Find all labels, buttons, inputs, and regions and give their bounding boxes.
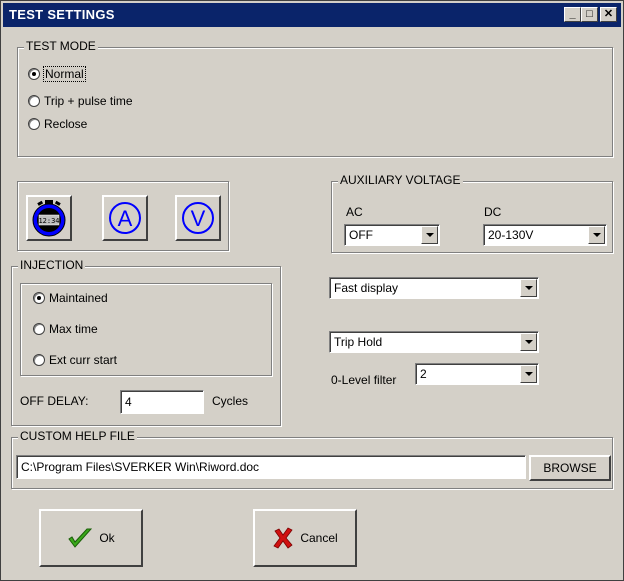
radio-max-time-label: Max time [49,322,98,336]
zero-level-filter-label: 0-Level filter [331,373,397,387]
auxiliary-voltage-label: AUXILIARY VOLTAGE [338,173,463,187]
custom-help-file-label: CUSTOM HELP FILE [18,429,137,443]
voltmeter-icon: V [182,202,214,234]
radio-ext-curr-start[interactable]: Ext curr start [33,353,117,367]
off-delay-unit: Cycles [212,394,249,408]
cancel-button[interactable]: Cancel [253,509,357,567]
dc-select[interactable]: 20-130V [483,224,607,246]
chevron-down-icon[interactable] [520,333,537,351]
off-delay-label: OFF DELAY: [20,394,89,408]
maximize-button[interactable]: □ [581,7,598,22]
trip-mode-value: Trip Hold [334,335,383,349]
chevron-down-icon[interactable] [588,226,605,244]
radio-trip-pulse-time-indicator[interactable] [28,95,40,107]
close-icon: ✕ [603,8,614,20]
title-bar: TEST SETTINGS _ □ ✕ [3,3,621,27]
injection-options-box: Maintained Max time Ext curr start [20,283,272,376]
ok-button-label: Ok [99,531,115,545]
stopwatch-readout: 12:34 [38,217,59,225]
zero-level-filter-value: 2 [420,367,427,381]
radio-reclose[interactable]: Reclose [28,117,87,131]
ac-label: AC [346,205,363,219]
check-icon [68,528,93,548]
zero-level-filter-select[interactable]: 2 [415,363,539,385]
timer-button[interactable]: 12:34 [26,195,72,241]
radio-normal-label: Normal [43,66,86,82]
radio-maintained-label: Maintained [49,291,108,305]
voltmeter-button[interactable]: V [175,195,221,241]
cross-icon [273,527,293,549]
minimize-button[interactable]: _ [564,7,581,22]
chevron-down-icon[interactable] [520,365,537,383]
radio-max-time[interactable]: Max time [33,322,98,336]
minimize-icon: _ [569,8,576,20]
dc-select-value: 20-130V [488,228,534,242]
browse-button-label: BROWSE [543,461,597,475]
radio-max-time-indicator[interactable] [33,323,45,335]
chevron-down-icon[interactable] [421,226,438,244]
trip-mode-select[interactable]: Trip Hold [329,331,539,353]
radio-reclose-label: Reclose [44,117,88,131]
ac-select-value: OFF [349,228,373,242]
ammeter-button[interactable]: A [102,195,148,241]
dc-label: DC [484,205,502,219]
stopwatch-icon: 12:34 [32,200,66,237]
auxiliary-voltage-group: AUXILIARY VOLTAGE AC OFF DC 20-130V [331,173,613,253]
help-file-path-input[interactable]: C:\Program Files\SVERKER Win\Riword.doc [16,455,526,479]
ac-select[interactable]: OFF [344,224,440,246]
off-delay-input[interactable]: 4 [120,390,204,414]
ammeter-icon: A [109,202,141,234]
radio-trip-pulse-time-label: Trip + pulse time [44,94,133,108]
test-mode-label: TEST MODE [24,39,98,53]
test-settings-window: TEST SETTINGS _ □ ✕ TEST MODE Normal Tri… [0,0,624,581]
radio-ext-curr-start-label: Ext curr start [49,353,118,367]
injection-label: INJECTION [18,258,86,272]
radio-normal-indicator[interactable] [28,68,40,80]
radio-trip-pulse-time[interactable]: Trip + pulse time [28,94,133,108]
radio-maintained[interactable]: Maintained [33,291,108,305]
close-button[interactable]: ✕ [600,7,617,22]
cancel-button-label: Cancel [300,531,338,545]
browse-button[interactable]: BROWSE [529,455,611,481]
injection-group: INJECTION Maintained Max time Ext curr s… [11,258,281,426]
ok-button[interactable]: Ok [39,509,143,567]
display-mode-value: Fast display [334,281,399,295]
chevron-down-icon[interactable] [520,279,537,297]
radio-maintained-indicator[interactable] [33,292,45,304]
custom-help-file-group: CUSTOM HELP FILE C:\Program Files\SVERKE… [11,429,613,489]
radio-reclose-indicator[interactable] [28,118,40,130]
test-mode-group: TEST MODE Normal Trip + pulse time Reclo… [17,39,613,157]
radio-normal[interactable]: Normal [28,66,86,82]
radio-ext-curr-start-indicator[interactable] [33,354,45,366]
maximize-icon: □ [586,8,593,20]
window-title: TEST SETTINGS [9,7,115,22]
voltmeter-letter: V [191,206,206,231]
ammeter-letter: A [118,206,133,231]
display-mode-select[interactable]: Fast display [329,277,539,299]
